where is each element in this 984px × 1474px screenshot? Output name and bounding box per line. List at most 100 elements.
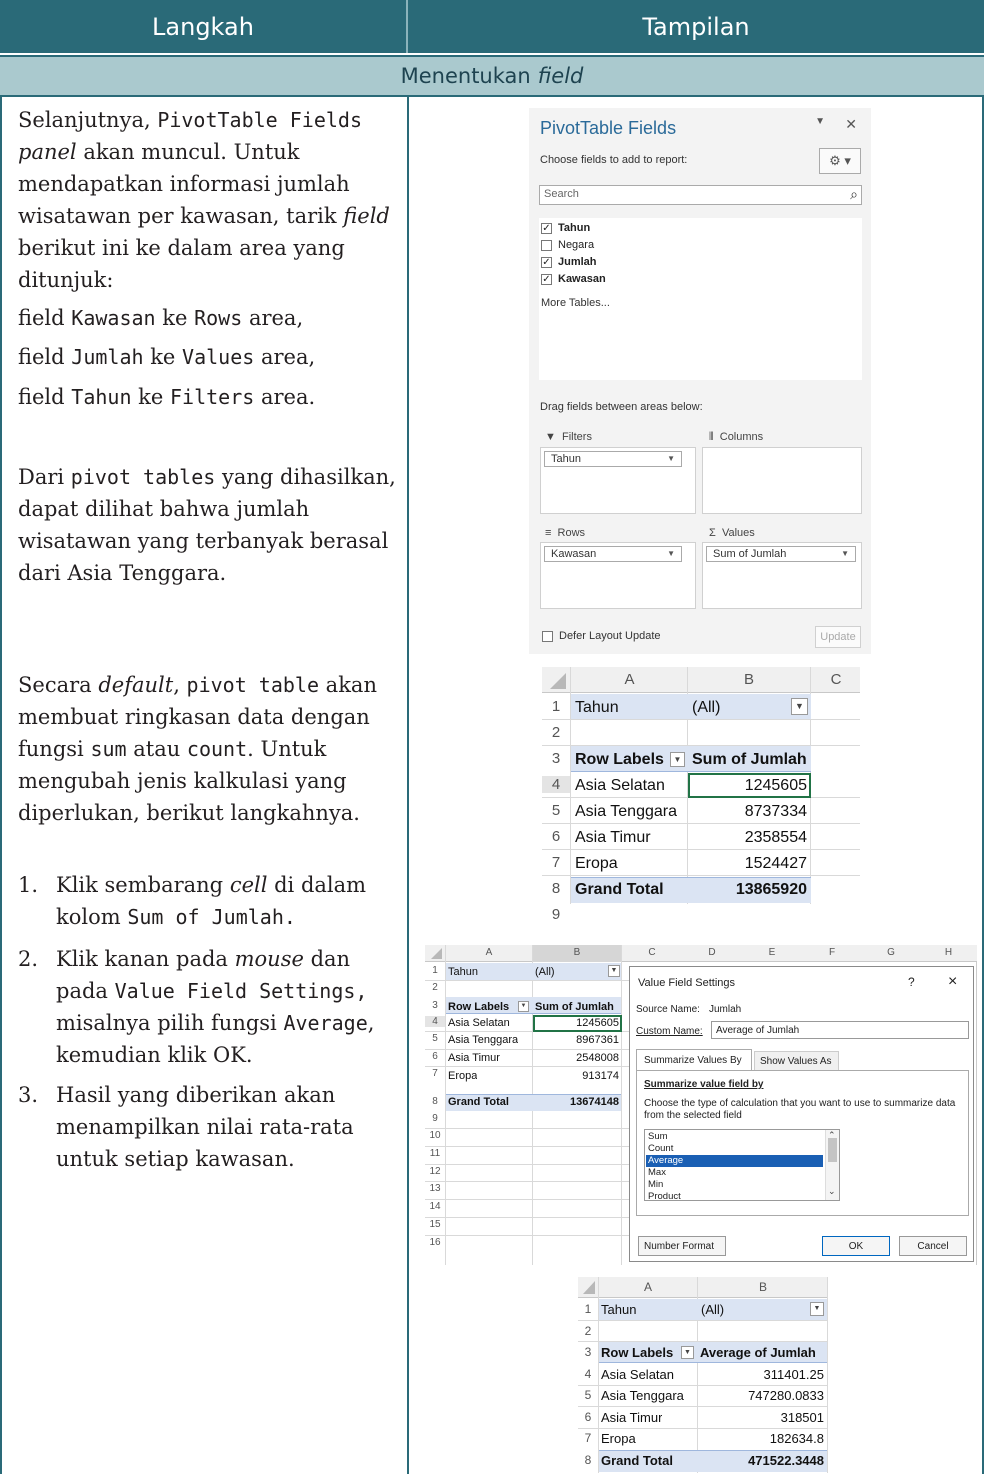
- chevron-down-icon[interactable]: ⌄: [828, 1186, 836, 1197]
- row-header-9[interactable]: 9: [425, 1113, 445, 1124]
- row-header-8[interactable]: 8: [578, 1453, 598, 1467]
- cancel-button[interactable]: Cancel: [899, 1236, 967, 1256]
- option-average-selected[interactable]: Average: [646, 1155, 823, 1167]
- listbox-scrollbar[interactable]: ⌃ ⌄: [825, 1130, 839, 1200]
- row-header-8[interactable]: 8: [425, 1096, 445, 1107]
- value-cell[interactable]: 182634.8: [700, 1431, 824, 1446]
- row-header-12[interactable]: 12: [425, 1166, 445, 1177]
- checkbox-checked-icon[interactable]: ✓: [541, 222, 552, 234]
- custom-name-input[interactable]: Average of Jumlah: [711, 1021, 969, 1039]
- column-header-a[interactable]: A: [599, 1280, 697, 1294]
- search-input[interactable]: Search ⌕: [539, 185, 862, 205]
- filter-dropdown-icon[interactable]: ▼: [791, 698, 808, 715]
- column-header-b[interactable]: B: [533, 947, 621, 958]
- columns-area[interactable]: [702, 447, 862, 514]
- row-header-11[interactable]: 11: [425, 1148, 445, 1159]
- defer-layout-update[interactable]: Defer Layout Update: [542, 630, 661, 642]
- checkbox-icon[interactable]: [541, 239, 552, 251]
- checkbox-checked-icon[interactable]: ✓: [541, 273, 552, 285]
- value-cell[interactable]: 1245605: [692, 777, 807, 795]
- value-cell[interactable]: 2358554: [692, 829, 807, 847]
- checkbox-icon[interactable]: [542, 630, 553, 642]
- field-jumlah[interactable]: ✓ Jumlah: [541, 256, 597, 268]
- filter-dropdown-icon[interactable]: ▼: [608, 965, 620, 977]
- option-max[interactable]: Max: [648, 1167, 666, 1178]
- value-cell[interactable]: 747280.0833: [700, 1388, 824, 1403]
- function-listbox[interactable]: Sum Count Average Max Min Product ⌃ ⌄: [644, 1129, 840, 1202]
- row-labels-dropdown-icon[interactable]: ▼: [681, 1346, 694, 1359]
- grand-total-value[interactable]: 13865920: [692, 881, 807, 899]
- panel-menu-dropdown-icon[interactable]: ▼: [815, 116, 825, 127]
- row-header-3[interactable]: 3: [425, 1000, 445, 1011]
- row-header-6[interactable]: 6: [578, 1410, 598, 1424]
- row-header-3[interactable]: 3: [542, 750, 570, 767]
- row-header-4[interactable]: 4: [578, 1367, 598, 1381]
- row-header-5[interactable]: 5: [425, 1033, 445, 1044]
- number-format-button[interactable]: Number Format: [638, 1236, 726, 1256]
- row-header-7[interactable]: 7: [542, 854, 570, 871]
- column-header-f[interactable]: F: [802, 947, 862, 958]
- select-all-corner[interactable]: [542, 667, 570, 693]
- column-header-c[interactable]: C: [622, 947, 682, 958]
- more-tables-link[interactable]: More Tables...: [541, 297, 610, 309]
- update-button[interactable]: Update: [815, 626, 861, 648]
- value-cell[interactable]: 318501: [700, 1410, 824, 1425]
- row-header-4[interactable]: 4: [425, 1016, 445, 1027]
- tab-show-values-as[interactable]: Show Values As: [754, 1051, 839, 1071]
- option-product[interactable]: Product: [648, 1191, 681, 1202]
- column-header-b[interactable]: B: [698, 1280, 828, 1294]
- column-header-g[interactable]: G: [862, 947, 920, 958]
- column-header-c[interactable]: C: [812, 671, 860, 688]
- close-icon[interactable]: ×: [948, 973, 957, 991]
- field-negara[interactable]: Negara: [541, 239, 594, 251]
- gear-icon[interactable]: ⚙ ▾: [819, 148, 861, 174]
- column-header-a[interactable]: A: [572, 671, 687, 688]
- values-area[interactable]: Sum of Jumlah ▼: [702, 542, 862, 609]
- row-header-5[interactable]: 5: [578, 1388, 598, 1402]
- row-labels-dropdown-icon[interactable]: ▼: [518, 1001, 529, 1012]
- row-header-7[interactable]: 7: [425, 1068, 445, 1079]
- rows-area[interactable]: Kawasan ▼: [540, 542, 696, 609]
- row-header-14[interactable]: 14: [425, 1201, 445, 1212]
- row-header-6[interactable]: 6: [542, 828, 570, 845]
- column-header-e[interactable]: E: [742, 947, 802, 958]
- row-header-2[interactable]: 2: [578, 1324, 598, 1338]
- value-cell[interactable]: 8737334: [692, 803, 807, 821]
- field-kawasan[interactable]: ✓ Kawasan: [541, 273, 606, 285]
- row-header-8[interactable]: 8: [542, 880, 570, 897]
- row-header-1[interactable]: 1: [542, 698, 570, 715]
- rows-field-kawasan[interactable]: Kawasan ▼: [544, 546, 682, 562]
- value-cell[interactable]: 8967361: [535, 1034, 619, 1046]
- option-min[interactable]: Min: [648, 1179, 663, 1190]
- column-header-a[interactable]: A: [446, 947, 532, 958]
- grand-total-value[interactable]: 471522.3448: [700, 1453, 824, 1468]
- checkbox-checked-icon[interactable]: ✓: [541, 256, 552, 268]
- field-tahun[interactable]: ✓ Tahun: [541, 222, 590, 234]
- select-all-corner[interactable]: [425, 945, 445, 962]
- scrollbar-thumb[interactable]: [828, 1138, 837, 1162]
- row-labels-dropdown-icon[interactable]: ▼: [670, 752, 685, 767]
- option-sum[interactable]: Sum: [648, 1131, 668, 1142]
- row-header-10[interactable]: 10: [425, 1130, 445, 1141]
- filters-area[interactable]: Tahun ▼: [540, 447, 696, 514]
- row-header-1[interactable]: 1: [578, 1302, 598, 1316]
- value-cell[interactable]: 913174: [535, 1070, 619, 1082]
- tab-summarize-values-by[interactable]: Summarize Values By: [636, 1049, 752, 1071]
- row-header-15[interactable]: 15: [425, 1219, 445, 1230]
- value-cell[interactable]: 1245605: [535, 1017, 619, 1029]
- row-header-7[interactable]: 7: [578, 1431, 598, 1445]
- close-icon[interactable]: ✕: [845, 116, 857, 133]
- row-header-6[interactable]: 6: [425, 1051, 445, 1062]
- grand-total-value[interactable]: 13674148: [535, 1096, 619, 1108]
- value-cell[interactable]: 311401.25: [700, 1367, 825, 1382]
- row-header-16[interactable]: 16: [425, 1237, 445, 1248]
- column-header-b[interactable]: B: [688, 671, 810, 688]
- row-header-5[interactable]: 5: [542, 802, 570, 819]
- select-all-corner[interactable]: [578, 1277, 598, 1298]
- filters-field-tahun[interactable]: Tahun ▼: [544, 451, 682, 467]
- column-header-d[interactable]: D: [682, 947, 742, 958]
- value-cell[interactable]: 1524427: [692, 855, 807, 873]
- row-header-13[interactable]: 13: [425, 1183, 445, 1194]
- row-header-2[interactable]: 2: [542, 724, 570, 741]
- filter-dropdown-icon[interactable]: ▼: [810, 1302, 824, 1316]
